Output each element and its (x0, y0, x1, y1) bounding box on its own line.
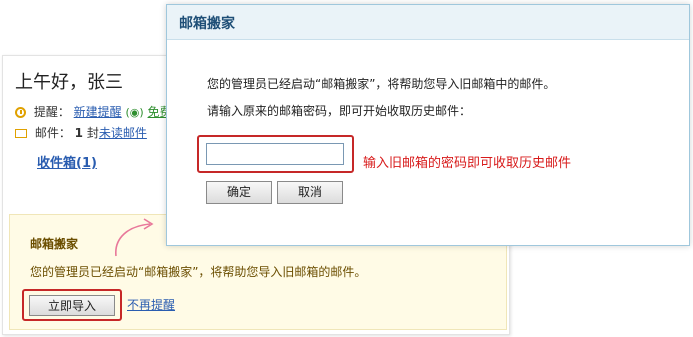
greeting: 上午好，张三 (15, 72, 123, 93)
password-hint: 输入旧邮箱的密码即可收取历史邮件 (363, 156, 572, 171)
banner-title: 邮箱搬家 (30, 237, 79, 251)
reminder-row: 提醒： 新建提醒 (◉) 免费 (15, 103, 172, 120)
mail-count-suffix: 封 (86, 126, 99, 140)
inbox-link[interactable]: 收件箱(1) (37, 152, 97, 171)
import-now-button[interactable]: 立即导入 (29, 295, 115, 316)
mail-count: 1 (74, 126, 84, 140)
dialog-message: 您的管理员已经启动“邮箱搬家”，将帮助您导入旧邮箱中的邮件。 (207, 77, 556, 91)
no-remind-link[interactable]: 不再提醒 (127, 296, 175, 313)
dialog-instruction: 请输入原来的邮箱密码，即可开始收取历史邮件： (207, 104, 472, 118)
mail-label: 邮件： (34, 126, 71, 140)
reminder-label: 提醒： (33, 105, 70, 119)
cancel-button[interactable]: 取消 (277, 181, 343, 204)
broadcast-icon: (◉) (125, 106, 144, 119)
dialog-title: 邮箱搬家 (179, 16, 235, 32)
unread-mail-link[interactable]: 未读邮件 (99, 126, 147, 140)
mail-row: 邮件： 1 封未读邮件 (15, 124, 147, 141)
dialog-header: 邮箱搬家 (167, 5, 689, 40)
mail-migration-dialog: 邮箱搬家 您的管理员已经启动“邮箱搬家”，将帮助您导入旧邮箱中的邮件。 请输入原… (166, 4, 690, 246)
new-reminder-link[interactable]: 新建提醒 (74, 105, 122, 119)
banner-text: 您的管理员已经启动“邮箱搬家”，将帮助您导入旧邮箱的邮件。 (30, 265, 367, 279)
envelope-icon (15, 129, 27, 138)
ok-button[interactable]: 确定 (206, 181, 272, 204)
arrow-icon (115, 218, 154, 257)
old-password-input[interactable] (206, 143, 344, 165)
clock-icon (15, 107, 26, 118)
